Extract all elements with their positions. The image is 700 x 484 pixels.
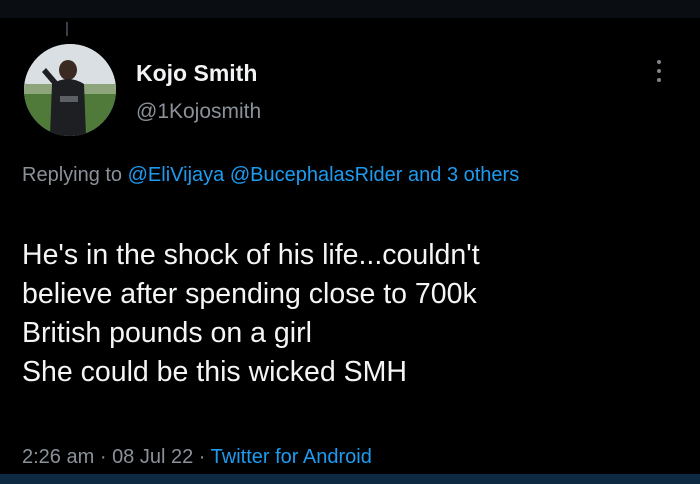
top-divider bbox=[0, 0, 700, 36]
tweet-text: He's in the shock of his life...couldn't… bbox=[22, 236, 698, 392]
avatar[interactable] bbox=[24, 44, 116, 136]
reply-mention-link[interactable]: @BucephalasRider bbox=[230, 164, 403, 186]
thread-line bbox=[66, 22, 68, 36]
separator-dot: · bbox=[99, 446, 107, 468]
reply-prefix: Replying to bbox=[22, 164, 123, 186]
author-handle[interactable]: @1Kojosmith bbox=[136, 100, 261, 124]
bottom-divider bbox=[0, 474, 700, 484]
reply-mention-link[interactable]: @EliVijaya bbox=[128, 164, 225, 186]
reply-context: Replying to @EliVijaya @BucephalasRider … bbox=[22, 160, 642, 191]
tweet-text-line: She could be this wicked SMH bbox=[22, 356, 407, 388]
reply-others-link[interactable]: and 3 others bbox=[408, 164, 519, 186]
tweet-text-line: believe after spending close to 700k bbox=[22, 278, 477, 310]
separator-dot: · bbox=[198, 446, 206, 468]
more-vertical-icon[interactable] bbox=[652, 60, 666, 90]
avatar-photo bbox=[24, 44, 116, 136]
tweet-metadata: 2:26 am · 08 Jul 22 · Twitter for Androi… bbox=[22, 446, 372, 469]
tweet-source-link[interactable]: Twitter for Android bbox=[211, 446, 372, 468]
tweet-text-line: British pounds on a girl bbox=[22, 317, 312, 349]
tweet-date[interactable]: 08 Jul 22 bbox=[112, 446, 193, 468]
tweet-time[interactable]: 2:26 am bbox=[22, 446, 94, 468]
tweet-text-line: He's in the shock of his life...couldn't bbox=[22, 239, 480, 271]
author-name[interactable]: Kojo Smith bbox=[136, 60, 257, 87]
